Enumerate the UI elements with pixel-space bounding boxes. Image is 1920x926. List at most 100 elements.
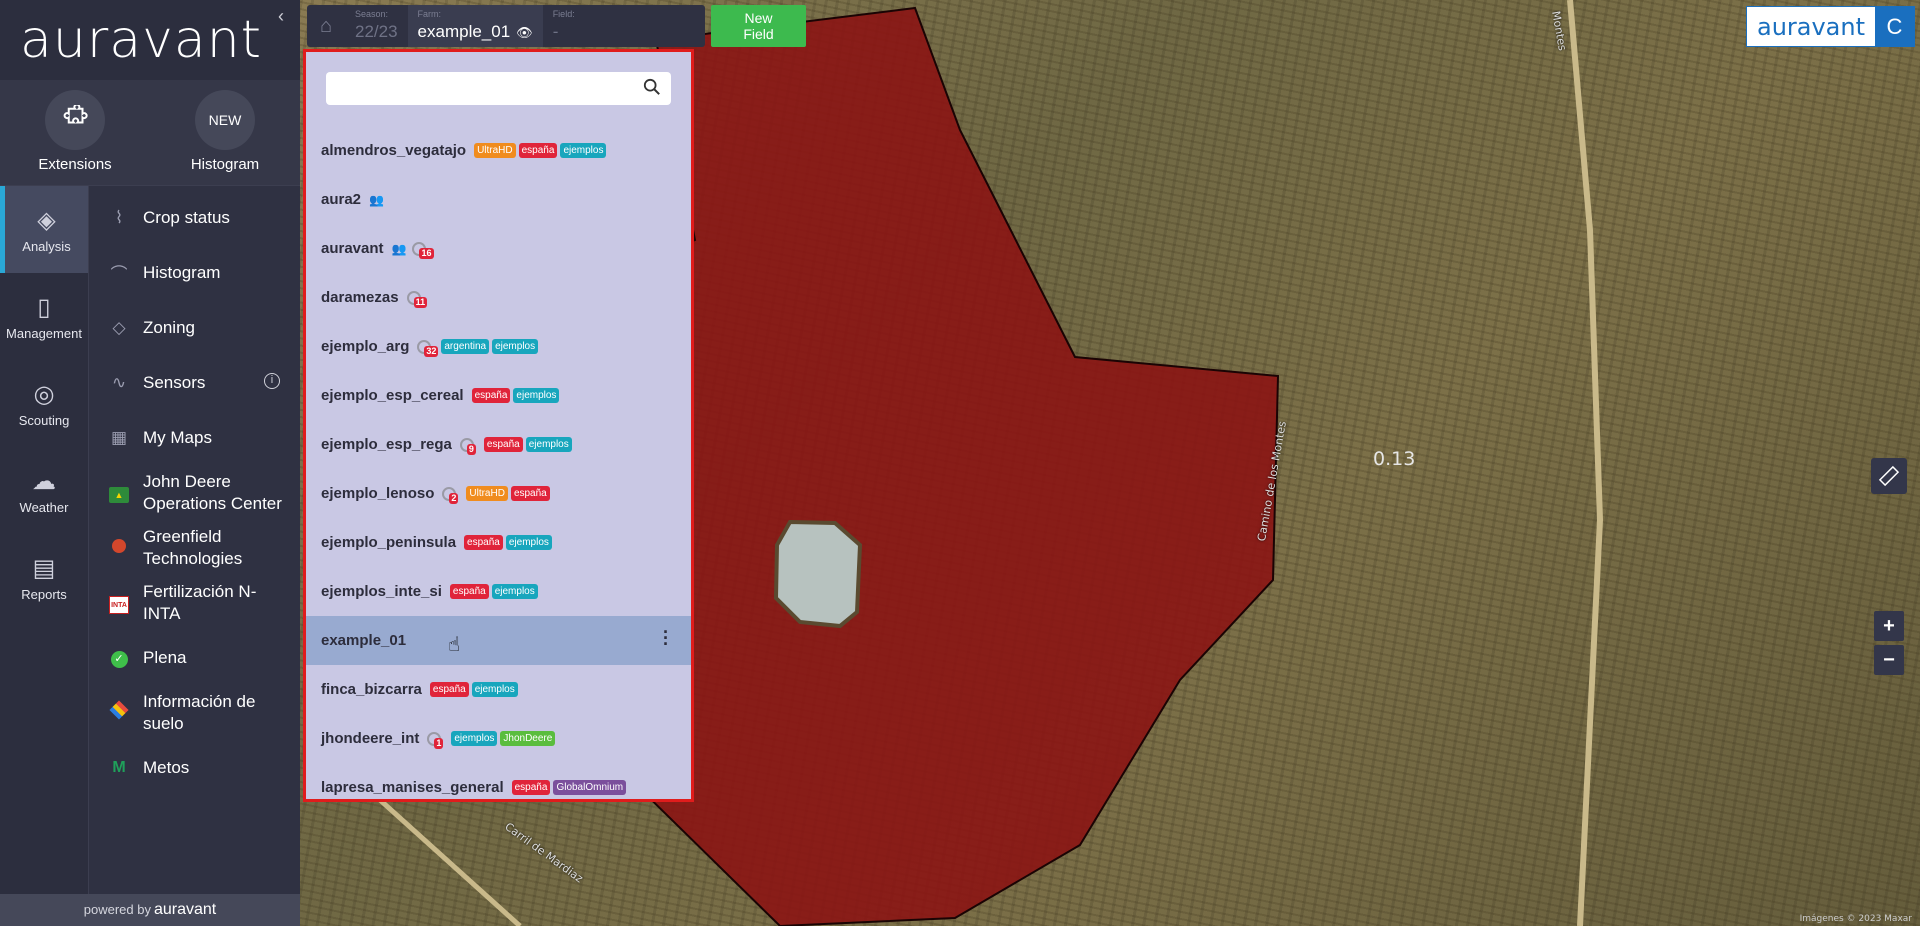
user-avatar[interactable]: C (1875, 7, 1914, 46)
extensions-button[interactable]: Extensions (0, 80, 150, 185)
menu-item-histogram[interactable]: ⌒ Histogram (89, 245, 300, 300)
farm-search (326, 72, 671, 105)
sensor-icon: 2 (442, 486, 459, 504)
farm-tag: UltraHD (474, 143, 516, 158)
sensor-count: 1 (434, 737, 444, 749)
zoom-out-button[interactable]: − (1874, 645, 1904, 675)
menu-label: John Deere Operations Center (143, 471, 282, 513)
field-selector[interactable]: Field: - (543, 5, 585, 47)
farm-list-item[interactable]: ejemplos_inte_si españa ejemplos (306, 567, 691, 616)
menu-item-plena[interactable]: ✓ Plena (89, 630, 300, 685)
farm-list-item[interactable]: auravant 👥 16 (306, 224, 691, 273)
menu-label: Información de suelo (143, 691, 256, 733)
ruler-icon[interactable] (1871, 458, 1907, 494)
info-icon[interactable]: i (264, 373, 280, 389)
farm-name: lapresa_manises_general (321, 779, 504, 796)
histogram-new-button[interactable]: NEW Histogram (150, 80, 300, 185)
shared-users-icon: 👥 (369, 192, 384, 207)
farm-selector[interactable]: Farm: example_01 👁 (407, 5, 543, 47)
farm-tag: GlobalOmnium (553, 780, 627, 795)
menu-item-crop-status[interactable]: ⌇ Crop status (89, 190, 300, 245)
new-field-button[interactable]: New Field (711, 5, 806, 47)
my-maps-icon: ▦ (110, 427, 128, 447)
menu-item-zoning[interactable]: ◇ Zoning (89, 300, 300, 355)
rail-item-reports[interactable]: ▤ Reports (0, 534, 88, 621)
field-value: - (552, 22, 559, 41)
rail-item-management[interactable]: ▯ Management (0, 273, 88, 360)
menu-label: Fertilización N-INTA (143, 581, 257, 623)
rail-item-weather[interactable]: ☁ Weather (0, 447, 88, 534)
new-field-line2: Field (743, 26, 774, 42)
sensor-count: 11 (413, 296, 428, 308)
rail-item-analysis[interactable]: ◈ Analysis (0, 186, 88, 273)
farm-list-item[interactable]: ejemplo_peninsula españa ejemplos (306, 518, 691, 567)
pond (773, 519, 863, 629)
home-icon[interactable]: ⌂ (307, 5, 345, 47)
farm-name: almendros_vegatajo (321, 142, 467, 159)
season-selector[interactable]: Season: 22/23 (345, 5, 408, 47)
farm-tag: ejemplos (492, 339, 539, 354)
puzzle-icon (45, 90, 105, 150)
farm-search-input[interactable] (326, 72, 626, 105)
farm-tag: JhonDeere (500, 731, 556, 746)
farm-list-item[interactable]: ejemplo_esp_rega 9 españa ejemplos (306, 420, 691, 469)
menu-label: Plena (143, 647, 187, 667)
shared-users-icon: 👥 (391, 241, 407, 256)
farm-tag: españa (518, 143, 558, 158)
john-deere-icon: ▲ (109, 486, 129, 503)
category-rail: ◈ Analysis ▯ Management ◎ Scouting ☁ Wea… (0, 186, 89, 894)
sensor-count: 2 (449, 492, 459, 504)
farm-list-item[interactable]: almendros_vegatajo UltraHD españa ejemplos (306, 126, 691, 175)
search-icon[interactable] (643, 78, 661, 96)
farm-list-item[interactable]: daramezas 11 (306, 273, 691, 322)
zoom-in-button[interactable]: + (1874, 611, 1904, 641)
farm-list-item[interactable]: ejemplo_arg 32 argentina ejemplos (306, 322, 691, 371)
farm-list-item[interactable]: aura2 👥 (306, 175, 691, 224)
farm-tag: ejemplos (560, 143, 607, 158)
farm-name: ejemplo_arg (321, 338, 410, 355)
rail-item-scouting[interactable]: ◎ Scouting (0, 360, 88, 447)
eye-icon[interactable]: 👁 (516, 25, 533, 40)
sidebar: auravant ‹ Extensions NEW Histogram ◈ An… (0, 0, 300, 926)
farm-list-item[interactable]: ejemplo_esp_cereal españa ejemplos (306, 371, 691, 420)
farm-tag: UltraHD (466, 486, 508, 501)
sensor-icon: 11 (406, 290, 428, 308)
farm-list-item[interactable]: finca_bizcarra españa ejemplos (306, 665, 691, 714)
farm-tag: ejemplos (491, 584, 538, 599)
sensor-icon: 9 (459, 437, 476, 455)
farm-list-item[interactable]: ejemplo_lenoso 2 UltraHD españa (306, 469, 691, 518)
new-field-line1: New (744, 10, 773, 26)
farm-list-item[interactable]: jhondeere_int 1 ejemplos JhonDeere (306, 714, 691, 763)
more-options-icon[interactable]: · · · (663, 623, 669, 653)
menu-label: Metos (143, 757, 190, 777)
farm-tag: ejemplos (471, 682, 518, 697)
top-actions: Extensions NEW Histogram (0, 80, 300, 186)
farm-name: daramezas (321, 289, 399, 306)
farm-list: almendros_vegatajo UltraHD españa ejemplos a… (306, 126, 691, 799)
road-south (378, 798, 522, 926)
collapse-sidebar-icon[interactable]: ‹ (278, 6, 284, 27)
sensor-icon: 32 (417, 339, 439, 357)
menu-item-inta[interactable]: INTA Fertilización N-INTA (89, 575, 300, 630)
farm-name: aura2 (321, 191, 362, 208)
menu-item-greenfield[interactable]: Greenfield Technologies (89, 520, 300, 575)
farm-tag: españa (464, 535, 503, 550)
mouse-cursor-icon: ☝ (448, 634, 461, 656)
menu-item-metos[interactable]: M Metos (89, 740, 300, 795)
extensions-label: Extensions (38, 156, 112, 173)
farm-tag: argentina (441, 339, 490, 354)
sensor-icon: 16 (412, 241, 434, 259)
farm-list-item[interactable]: lapresa_manises_general españa GlobalOmniu… (306, 763, 691, 799)
farm-tag: españa (510, 486, 550, 501)
zoning-icon: ◇ (112, 317, 126, 337)
menu-item-sensors[interactable]: ∿ Sensors i (89, 355, 300, 410)
farm-dropdown: almendros_vegatajo UltraHD españa ejemplos a… (303, 49, 694, 802)
menu-item-soil-info[interactable]: Información de suelo (89, 685, 300, 740)
farm-list-item[interactable]: example_01 · · · (306, 616, 691, 665)
map-pin-icon: ◎ (33, 380, 55, 408)
menu-item-my-maps[interactable]: ▦ My Maps (89, 410, 300, 465)
menu-item-john-deere[interactable]: ▲ John Deere Operations Center (89, 465, 300, 520)
inta-icon: INTA (109, 595, 129, 614)
account-badge[interactable]: auravant C (1746, 6, 1915, 47)
context-bar: ⌂ Season: 22/23 Farm: example_01 👁 Field:… (307, 5, 705, 47)
